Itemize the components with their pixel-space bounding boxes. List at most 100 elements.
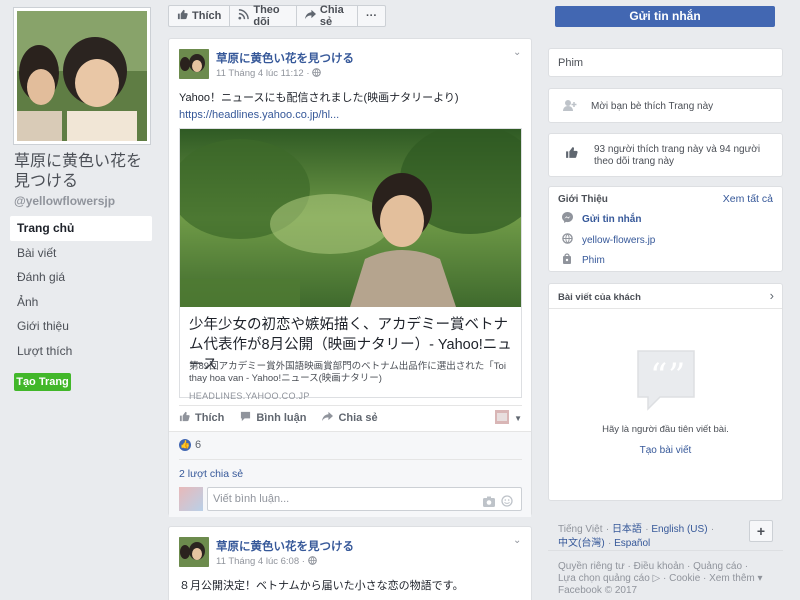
page-thumbnail-icon [495,409,510,427]
post-share-button[interactable]: Chia sẻ [322,411,378,425]
post-link[interactable]: https://headlines.yahoo.co.jp/hl... [179,109,339,121]
invite-row: Mời bạn bè thích Trang này [563,99,713,113]
visitor-posts-title: Bài viết của khách [558,292,641,303]
emoji-icon[interactable] [501,493,513,515]
post-like-label: Thích [195,412,225,424]
post-meta: 11 Tháng 4 lúc 11:12 · [216,66,322,80]
chevron-right-icon[interactable]: › [770,288,774,303]
quote-bubble-icon: “ ” [636,349,696,414]
about-website-row[interactable]: yellow-flowers.jp [560,233,655,247]
post-author-name[interactable]: 草原に黄色い花を見つける [216,50,354,66]
share-arrow-icon [304,9,316,23]
follow-button[interactable]: Theo dõi [230,4,297,28]
nav-item-posts[interactable]: Bài viết [10,241,152,266]
post-comment-button[interactable]: Bình luận [240,411,306,425]
chevron-down-icon[interactable]: ⌄ [513,47,521,58]
reaction-summary[interactable]: 👍 6 [179,439,201,451]
language-option[interactable]: 中文(台灣) [558,538,605,549]
category-card: Phim [548,48,783,77]
post-card: 草原に黄色い花を見つける 11 Tháng 4 lúc 11:12 · ⌄ Ya… [168,38,532,517]
page-username[interactable]: @yellowflowersjp [14,194,115,208]
post-text: Yahoo！ニュースにも配信されました(映画ナタリーより) [179,92,459,104]
send-message-button[interactable]: Gửi tin nhắn [555,6,775,27]
see-all-link[interactable]: Xem tất cả [723,193,773,205]
divider [548,550,783,551]
page-navigation: Trang chủ Bài viết Đánh giá Ảnh Giới thi… [10,216,152,363]
page-title: 草原に黄色い花を見つける [14,153,143,190]
invite-card[interactable]: Mời bạn bè thích Trang này [548,88,783,123]
caret-down-icon: ▼ [514,413,522,423]
chevron-down-icon[interactable]: ⌄ [513,535,521,546]
post-like-button[interactable]: Thích [179,411,224,425]
share-count[interactable]: 2 lượt chia sẻ [179,468,243,480]
more-options-button[interactable]: ··· [358,6,385,26]
post-text: ８月公開決定！ベトナムから届いた小さな恋の物語です。 [179,580,464,592]
about-card: Giới Thiệu Xem tất cả Gửi tin nhắn yello… [548,186,783,272]
link-preview[interactable]: 少年少女の初恋や嫉妬描く、アカデミー賞ベトナム代表作が8月公開（映画ナタリー）-… [179,128,522,401]
add-language-button[interactable]: + [749,520,773,542]
globe-icon [560,233,574,247]
messenger-icon [560,212,574,226]
commenter-avatar [179,487,203,511]
share-arrow-icon [322,411,334,425]
about-message-link: Gửi tin nhắn [582,213,642,225]
comment-composer: Viết bình luận... [179,486,522,512]
post-timestamp[interactable]: 11 Tháng 4 lúc 11:12 · [216,68,309,79]
nav-item-home[interactable]: Trang chủ [10,216,152,241]
nav-item-photos[interactable]: Ảnh [10,290,152,315]
nav-item-reviews[interactable]: Đánh giá [10,265,152,290]
language-current[interactable]: Tiếng Việt [558,524,602,535]
page-like-button[interactable]: Thích [169,6,231,26]
svg-text:“: “ [650,356,667,396]
page-category[interactable]: Phim [558,57,583,69]
post-share-label: Chia sẻ [338,412,378,424]
footer-links-row-1[interactable]: Quyền riêng tư · Điều khoản · Quảng cáo … [558,561,748,572]
like-count: 6 [195,439,202,451]
page-share-label: Chia sẻ [319,4,344,28]
nav-item-likes[interactable]: Lượt thích [10,339,152,364]
footer-links-row-2[interactable]: Lựa chọn quảng cáo ▷ · Cookie · Xem thêm… [558,573,763,584]
page-like-label: Thích [192,10,222,22]
create-page-button[interactable]: Tạo Trang [14,373,71,391]
visitor-posts-card: Bài viết của khách › “ ” Hãy là người đầ… [548,283,783,501]
globe-icon [312,66,322,80]
nav-item-about[interactable]: Giới thiệu [10,314,152,339]
post-action-row: Thích Bình luận Chia sẻ ▼ [179,407,522,429]
likes-summary-card: 93 người thích trang này và 94 người the… [548,133,783,177]
about-category-row[interactable]: Phim [560,253,605,267]
post-author-avatar[interactable] [179,49,209,79]
page-action-bar: Thích Theo dõi Chia sẻ ··· [168,4,386,28]
post-author-avatar[interactable] [179,537,209,567]
comment-placeholder: Viết bình luận... [213,493,290,505]
author-avatar-image [179,49,209,79]
visitor-posts-empty-text: Hãy là người đầu tiên viết bài. [602,424,729,435]
about-category-link: Phim [582,254,605,266]
divider [179,405,522,406]
about-title: Giới Thiệu [558,194,608,205]
about-message-row[interactable]: Gửi tin nhắn [560,212,641,226]
language-option[interactable]: English (US) [651,524,707,535]
link-preview-image [180,129,521,307]
author-avatar-image [179,537,209,567]
globe-icon [308,554,317,568]
create-post-link[interactable]: Tạo bài viết [549,445,782,456]
tag-icon [560,253,574,267]
post-meta: 11 Tháng 4 lúc 6:08 · [216,554,317,568]
post-author-name[interactable]: 草原に黄色い花を見つける [216,538,354,554]
page-share-button[interactable]: Chia sẻ [297,4,358,28]
post-as-selector[interactable]: ▼ [495,409,522,427]
camera-icon[interactable] [483,493,495,515]
post-card: 草原に黄色い花を見つける 11 Tháng 4 lúc 6:08 · ⌄ ８月公… [168,526,532,600]
profile-photo-image [17,11,147,141]
likes-followers-text: 93 người thích trang này và 94 người the… [594,144,761,167]
about-website-link: yellow-flowers.jp [582,234,656,246]
post-timestamp[interactable]: 11 Tháng 4 lúc 6:08 · [216,556,305,567]
language-option[interactable]: Español [614,538,650,549]
divider [179,459,522,460]
rss-icon [238,9,250,23]
language-option[interactable]: 日本語 [612,524,642,535]
thumbs-up-icon [565,146,578,162]
page-profile-picture[interactable] [14,8,150,144]
comment-input[interactable]: Viết bình luận... [207,487,522,511]
invite-friends-text: Mời bạn bè thích Trang này [591,100,714,112]
